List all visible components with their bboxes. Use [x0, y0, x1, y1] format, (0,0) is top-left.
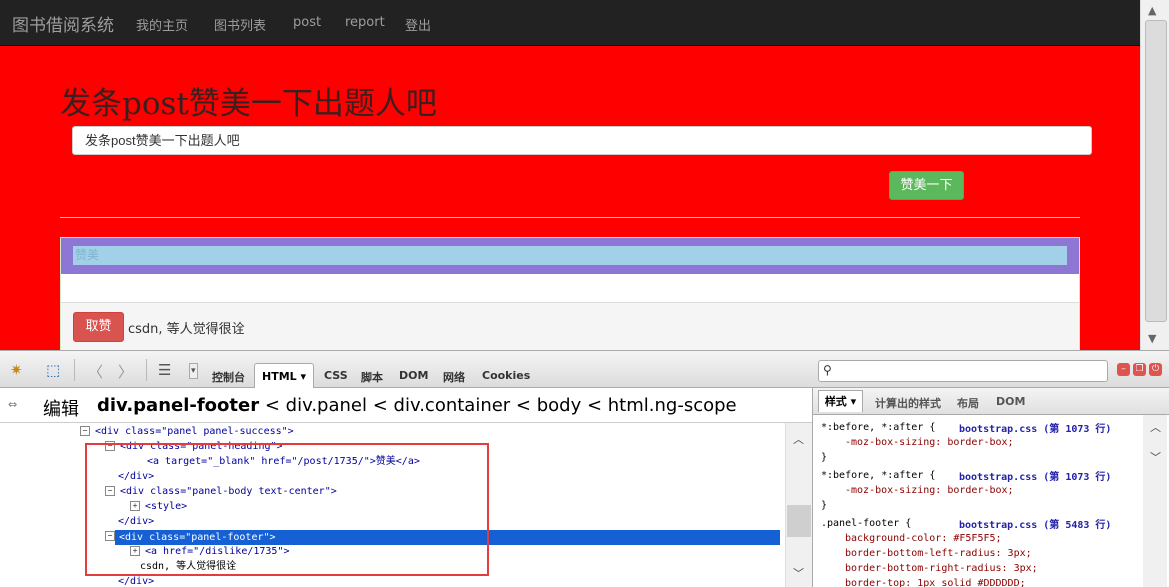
- breadcrumb-toggle-icon[interactable]: ⇔: [8, 398, 17, 411]
- html-scroll-thumb[interactable]: [787, 505, 811, 537]
- tab-html-label: HTML: [261, 370, 297, 383]
- praise-button[interactable]: 赞美一下: [889, 171, 964, 200]
- tab-script[interactable]: 脚本: [361, 369, 383, 385]
- post-input[interactable]: 发条post赞美一下出题人吧: [72, 126, 1092, 155]
- scroll-down-icon[interactable]: ﹀: [1150, 449, 1161, 465]
- css-selector[interactable]: *:before, *:after {: [821, 468, 935, 483]
- scroll-down-icon[interactable]: ﹀: [793, 565, 804, 581]
- side-tab-computed[interactable]: 计算出的样式: [875, 395, 941, 411]
- nav-link-post[interactable]: post: [293, 15, 321, 30]
- side-scrollbar[interactable]: ︿ ﹀: [1143, 415, 1167, 587]
- collapse-icon[interactable]: −: [80, 426, 90, 436]
- breadcrumb: ⇔ 编辑 div.panel-footer < div.panel < div.…: [0, 388, 812, 423]
- footer-text: csdn, 等人觉得很诠: [128, 322, 245, 337]
- edit-button[interactable]: 编辑: [43, 395, 79, 421]
- side-tab-style-label: 样式: [824, 395, 847, 408]
- firebug-search-input[interactable]: ⚲: [818, 360, 1108, 382]
- navbar-brand[interactable]: 图书借阅系统: [12, 11, 114, 36]
- tab-css[interactable]: CSS: [324, 369, 348, 382]
- page-title: 发条post赞美一下出题人吧: [60, 86, 437, 122]
- dropdown-arrow-icon[interactable]: ▾: [189, 363, 198, 379]
- tab-cookies[interactable]: Cookies: [482, 369, 530, 382]
- minimize-icon[interactable]: –: [1117, 363, 1130, 376]
- page-scroll-thumb[interactable]: [1145, 20, 1167, 322]
- toolbar-separator: [74, 359, 75, 381]
- nav-link-book-list[interactable]: 图书列表: [214, 15, 266, 34]
- post-panel: 赞美 取赞 csdn, 等人觉得很诠: [60, 237, 1080, 350]
- tab-html[interactable]: HTML ▾: [254, 363, 314, 389]
- panel-body: [61, 274, 1079, 302]
- annotation-box: [85, 443, 489, 576]
- side-tabs: 样式 ▾ 计算出的样式 布局 DOM: [813, 388, 1169, 415]
- scroll-up-icon[interactable]: ︿: [793, 431, 804, 447]
- close-icon[interactable]: ⏻: [1149, 363, 1162, 376]
- html-line[interactable]: − <div class="panel panel-success">: [80, 424, 294, 439]
- navbar: 图书借阅系统 我的主页 图书列表 post report 登出: [0, 0, 1140, 46]
- tab-console[interactable]: 控制台: [212, 369, 245, 385]
- css-selector[interactable]: *:before, *:after {: [821, 420, 935, 435]
- nav-link-home[interactable]: 我的主页: [136, 15, 188, 34]
- panel-heading: 赞美: [61, 238, 1079, 274]
- css-declaration[interactable]: border-bottom-right-radius: 3px;: [845, 561, 1038, 576]
- css-declaration[interactable]: -moz-box-sizing: border-box;: [845, 435, 1014, 450]
- scroll-down-icon[interactable]: ▼: [1148, 332, 1156, 345]
- nav-link-report[interactable]: report: [345, 15, 385, 30]
- detach-icon[interactable]: ❐: [1133, 363, 1146, 376]
- css-selector[interactable]: .panel-footer {: [821, 516, 911, 531]
- panel-footer: 取赞 csdn, 等人觉得很诠: [61, 302, 1079, 350]
- dislike-button[interactable]: 取赞: [73, 312, 124, 342]
- side-tab-layout[interactable]: 布局: [957, 395, 979, 411]
- search-icon: ⚲: [823, 363, 832, 377]
- toolbar-separator: [146, 359, 147, 381]
- breadcrumb-ancestors[interactable]: < div.panel < div.container < body < htm…: [265, 395, 737, 416]
- css-side-panel: 样式 ▾ 计算出的样式 布局 DOM *:before, *:after { b…: [812, 388, 1169, 587]
- tab-dom[interactable]: DOM: [399, 369, 428, 382]
- divider: [60, 217, 1080, 218]
- inspect-icon[interactable]: ⬚: [46, 361, 60, 379]
- breadcrumb-path: div.panel-footer < div.panel < div.conta…: [97, 395, 737, 416]
- menu-lines-icon[interactable]: ☰: [158, 361, 171, 379]
- nav-link-logout[interactable]: 登出: [405, 15, 431, 34]
- page-content: 发条post赞美一下出题人吧 发条post赞美一下出题人吧 赞美一下 赞美 取赞…: [0, 46, 1140, 350]
- css-source-link[interactable]: bootstrap.css (第 5483 行): [959, 516, 1111, 531]
- css-close-brace: }: [821, 500, 828, 511]
- scroll-up-icon[interactable]: ︿: [1150, 419, 1161, 435]
- html-scrollbar[interactable]: ︿ ﹀: [785, 423, 813, 587]
- tab-network[interactable]: 网络: [443, 369, 465, 385]
- css-source-link[interactable]: bootstrap.css (第 1073 行): [959, 468, 1111, 483]
- side-tab-dom[interactable]: DOM: [996, 395, 1025, 408]
- css-close-brace: }: [821, 452, 828, 463]
- post-link[interactable]: 赞美: [73, 246, 1067, 265]
- side-tab-style[interactable]: 样式 ▾: [818, 390, 863, 412]
- back-icon[interactable]: 〈: [88, 361, 103, 382]
- css-declaration[interactable]: background-color: #F5F5F5;: [845, 531, 1002, 546]
- css-declaration[interactable]: border-top: 1px solid #DDDDDD;: [845, 576, 1026, 587]
- page-scrollbar[interactable]: ▲ ▼: [1140, 0, 1169, 350]
- css-declaration[interactable]: border-bottom-left-radius: 3px;: [845, 546, 1032, 561]
- breadcrumb-current[interactable]: div.panel-footer: [97, 395, 259, 416]
- forward-icon[interactable]: 〉: [118, 361, 133, 382]
- css-source-link[interactable]: bootstrap.css (第 1073 行): [959, 420, 1111, 435]
- firebug-bug-icon[interactable]: ✷: [10, 361, 23, 379]
- firebug-toolbar: ✷ ⬚ 〈 〉 ☰ ▾ 控制台 HTML ▾ CSS 脚本 DOM 网络 Coo…: [0, 350, 1169, 389]
- scroll-up-icon[interactable]: ▲: [1148, 4, 1156, 17]
- css-declaration[interactable]: -moz-box-sizing: border-box;: [845, 483, 1014, 498]
